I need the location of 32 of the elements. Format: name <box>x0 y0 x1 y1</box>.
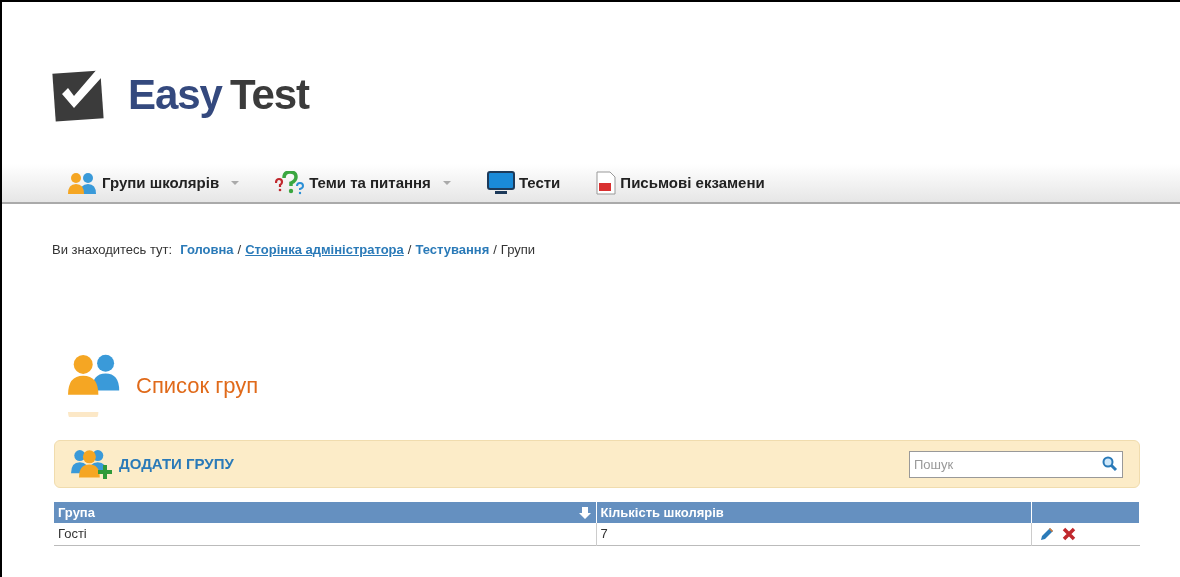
add-group-button[interactable]: ДОДАТИ ГРУПУ <box>71 449 234 479</box>
table-cell: Гості <box>54 523 596 545</box>
breadcrumb-link[interactable]: Сторінка адміністратора <box>245 240 404 260</box>
graded-document-icon <box>596 171 617 195</box>
monitor-icon <box>486 171 515 195</box>
breadcrumb-label: Ви знаходитесь тут: <box>52 241 173 260</box>
page-title: Список груп <box>136 371 259 400</box>
nav-menu-item[interactable]: Письмові екзамени <box>596 171 765 195</box>
breadcrumb-separator: / <box>237 241 242 260</box>
table-cell: 7 <box>596 523 1031 545</box>
delete-icon[interactable] <box>1061 526 1076 541</box>
nav-menu-item[interactable]: Тести <box>486 171 561 195</box>
question-marks-icon <box>275 171 306 195</box>
add-people-icon <box>71 449 115 479</box>
column-header[interactable]: Група <box>54 502 596 523</box>
breadcrumb-separator: / <box>493 241 497 260</box>
edit-icon[interactable] <box>1039 526 1054 541</box>
column-header[interactable]: Кількість школярів <box>596 502 1031 523</box>
caret-icon <box>442 181 451 185</box>
breadcrumb-separator: / <box>407 241 412 260</box>
caret-icon <box>231 181 240 185</box>
breadcrumb-link[interactable]: Головна <box>180 240 234 260</box>
breadcrumb-link[interactable]: Тестування <box>415 240 490 260</box>
nav-menu-item[interactable]: Групи школярів <box>68 171 240 195</box>
logo-text: Easy <box>128 69 222 120</box>
sort-arrow-icon <box>577 505 592 520</box>
search-field[interactable]: Пошук <box>909 450 1123 478</box>
search-icon[interactable] <box>1102 455 1118 472</box>
logo-text: Test <box>229 69 309 120</box>
nav-menu-item[interactable]: Теми та питання <box>275 171 451 195</box>
people-icon <box>68 172 98 194</box>
breadcrumb-current: Групи <box>500 241 536 260</box>
